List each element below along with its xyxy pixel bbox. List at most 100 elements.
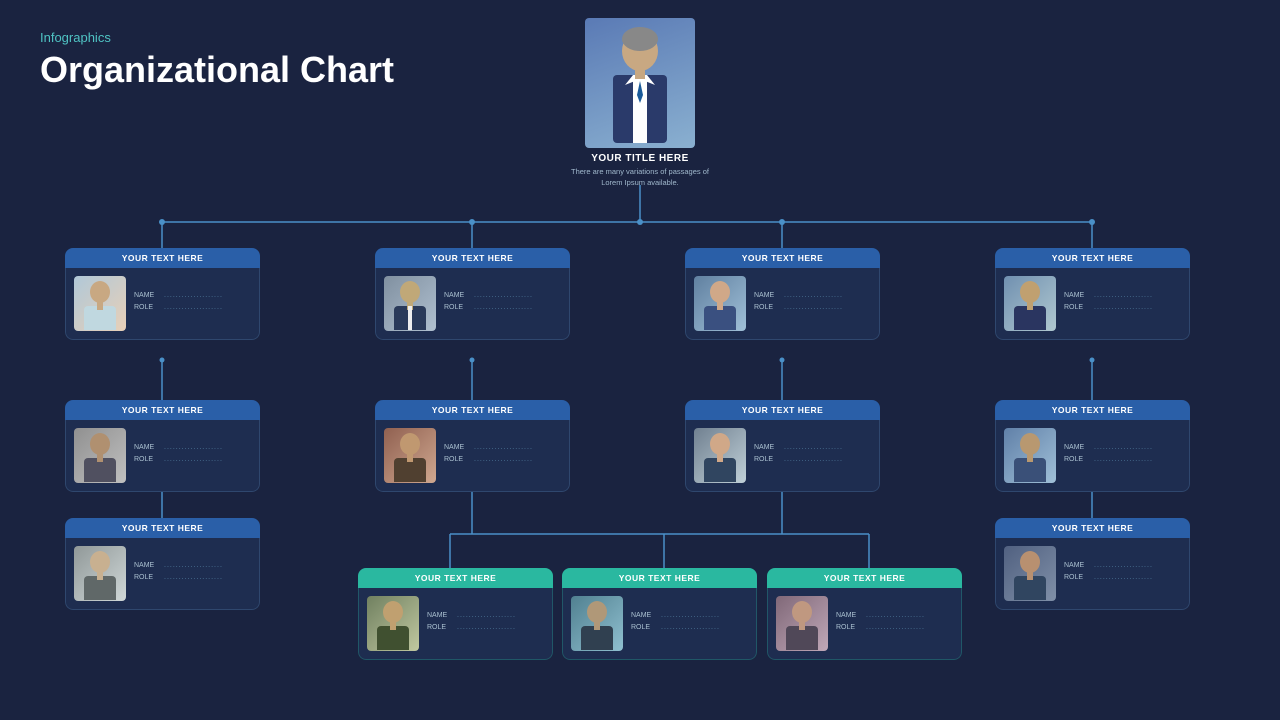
card-l1-3-body: NAME .................... ROLE .........…: [685, 268, 880, 340]
card-l1-2-info: NAME .................... ROLE .........…: [444, 292, 561, 315]
role-dots: ....................: [164, 304, 223, 311]
card-l2-4-photo: [1004, 428, 1056, 483]
card-l1-4-photo: [1004, 276, 1056, 331]
name-dots: ....................: [1094, 562, 1153, 569]
card-b2-body: NAME .................... ROLE .........…: [562, 588, 757, 660]
card-b2-info: NAME .................... ROLE .........…: [631, 612, 748, 635]
card-l2-2-info: NAME .................... ROLE .........…: [444, 444, 561, 467]
name-dots: ....................: [784, 292, 843, 299]
page: Infographics Organizational Chart: [0, 0, 1280, 720]
person-icon: [696, 278, 744, 330]
name-label: NAME: [444, 292, 472, 299]
card-l2-1-body: NAME .................... ROLE .........…: [65, 420, 260, 492]
card-b1-body: NAME .................... ROLE .........…: [358, 588, 553, 660]
card-l1-4: YOUR TEXT HERE NAME ....................…: [995, 248, 1190, 340]
card-b3-info: NAME .................... ROLE .........…: [836, 612, 953, 635]
name-label: NAME: [444, 444, 472, 451]
card-l3-left-info: NAME .................... ROLE .........…: [134, 562, 251, 585]
card-l2-3-header: YOUR TEXT HERE: [685, 400, 880, 420]
name-field: NAME ....................: [836, 612, 953, 619]
name-label: NAME: [427, 612, 455, 619]
card-l2-1-info: NAME .................... ROLE .........…: [134, 444, 251, 467]
name-field: NAME ....................: [444, 292, 561, 299]
name-dots: ....................: [474, 444, 533, 451]
role-field: ROLE ....................: [754, 304, 871, 311]
card-b1-info: NAME .................... ROLE .........…: [427, 612, 544, 635]
card-l3-right-header: YOUR TEXT HERE: [995, 518, 1190, 538]
card-l3-left-body: NAME .................... ROLE .........…: [65, 538, 260, 610]
role-field: ROLE ....................: [836, 624, 953, 631]
person-icon: [386, 278, 434, 330]
role-label: ROLE: [427, 624, 455, 631]
name-dots: ....................: [164, 444, 223, 451]
card-l2-1: YOUR TEXT HERE NAME ....................…: [65, 400, 260, 492]
role-label: ROLE: [754, 456, 782, 463]
card-l1-3-header: YOUR TEXT HERE: [685, 248, 880, 268]
person-icon: [76, 278, 124, 330]
card-l3-left-header: YOUR TEXT HERE: [65, 518, 260, 538]
card-b3: YOUR TEXT HERE NAME ....................…: [767, 568, 962, 660]
name-label: NAME: [134, 562, 162, 569]
name-label: NAME: [836, 612, 864, 619]
role-field: ROLE ....................: [427, 624, 544, 631]
name-field: NAME ....................: [1064, 562, 1181, 569]
name-label: NAME: [754, 292, 782, 299]
name-field: NAME ....................: [631, 612, 748, 619]
card-l2-4-body: NAME .................... ROLE .........…: [995, 420, 1190, 492]
card-b3-photo: [776, 596, 828, 651]
header: Infographics Organizational Chart: [40, 30, 394, 91]
role-label: ROLE: [444, 456, 472, 463]
root-node: YOUR TITLE HERE There are many variation…: [565, 18, 715, 188]
person-icon: [76, 430, 124, 482]
role-field: ROLE ....................: [134, 574, 251, 581]
name-field: NAME ....................: [134, 292, 251, 299]
role-dots: ....................: [474, 456, 533, 463]
name-label: NAME: [1064, 292, 1092, 299]
card-l3-left: YOUR TEXT HERE NAME ....................…: [65, 518, 260, 610]
name-dots: ....................: [1094, 444, 1153, 451]
name-label: NAME: [134, 292, 162, 299]
role-label: ROLE: [444, 304, 472, 311]
root-desc: There are many variations of passages of…: [571, 167, 709, 188]
role-field: ROLE ....................: [134, 304, 251, 311]
role-label: ROLE: [754, 304, 782, 311]
person-icon: [1006, 548, 1054, 600]
name-dots: ....................: [457, 612, 516, 619]
root-person-icon: [595, 23, 685, 143]
role-label: ROLE: [134, 574, 162, 581]
card-l1-1-body: NAME .................... ROLE .........…: [65, 268, 260, 340]
card-l2-2-photo: [384, 428, 436, 483]
card-l2-1-header: YOUR TEXT HERE: [65, 400, 260, 420]
role-dots: ....................: [784, 456, 843, 463]
card-l1-1-header: YOUR TEXT HERE: [65, 248, 260, 268]
role-dots: ....................: [1094, 304, 1153, 311]
card-l3-right-photo: [1004, 546, 1056, 601]
person-icon: [573, 598, 621, 650]
name-field: NAME ....................: [754, 292, 871, 299]
card-l2-4-info: NAME .................... ROLE .........…: [1064, 444, 1181, 467]
card-l2-2: YOUR TEXT HERE NAME ....................…: [375, 400, 570, 492]
name-field: NAME ....................: [1064, 444, 1181, 451]
name-label: NAME: [1064, 444, 1092, 451]
name-label: NAME: [754, 444, 782, 451]
role-dots: ....................: [1094, 574, 1153, 581]
card-l1-2: YOUR TEXT HERE NAME ....................…: [375, 248, 570, 340]
role-field: ROLE ....................: [1064, 456, 1181, 463]
card-l1-1: YOUR TEXT HERE NAME ....................…: [65, 248, 260, 340]
role-label: ROLE: [1064, 574, 1092, 581]
card-b2-header: YOUR TEXT HERE: [562, 568, 757, 588]
card-l3-left-photo: [74, 546, 126, 601]
card-l1-2-header: YOUR TEXT HERE: [375, 248, 570, 268]
card-l3-right: YOUR TEXT HERE NAME ....................…: [995, 518, 1190, 610]
person-icon: [696, 430, 744, 482]
card-l2-3-photo: [694, 428, 746, 483]
card-l2-2-body: NAME .................... ROLE .........…: [375, 420, 570, 492]
person-icon: [386, 430, 434, 482]
role-dots: ....................: [474, 304, 533, 311]
role-field: ROLE ....................: [444, 304, 561, 311]
card-l1-1-photo: [74, 276, 126, 331]
role-field: ROLE ....................: [134, 456, 251, 463]
name-field: NAME ....................: [1064, 292, 1181, 299]
card-l1-4-header: YOUR TEXT HERE: [995, 248, 1190, 268]
role-dots: ....................: [457, 624, 516, 631]
